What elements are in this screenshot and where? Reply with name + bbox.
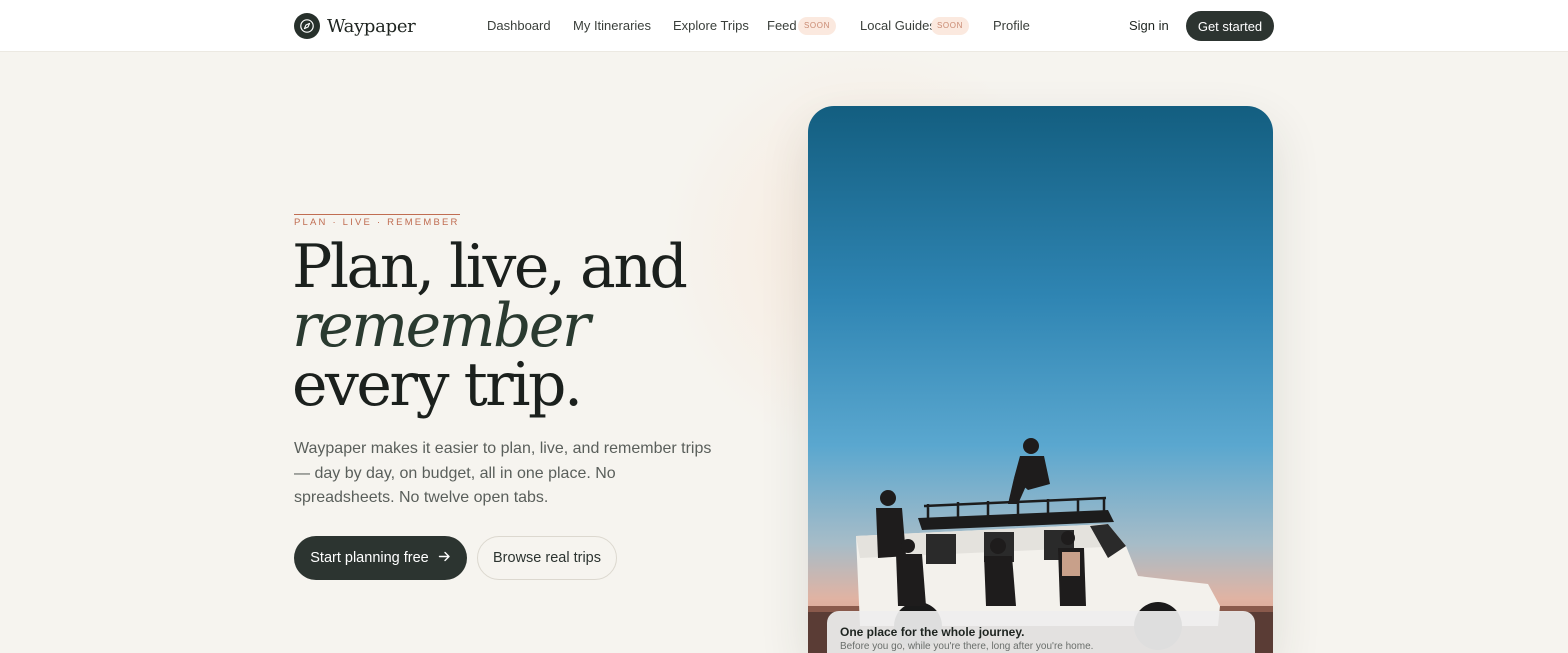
browse-trips-button[interactable]: Browse real trips: [477, 536, 617, 580]
photo-caption-card: One place for the whole journey. Before …: [827, 611, 1255, 653]
start-planning-button[interactable]: Start planning free: [294, 536, 467, 580]
brand-logo[interactable]: Waypaper: [294, 13, 416, 39]
local-guides-soon-badge: SOON: [931, 17, 969, 35]
headline-line-3: every trip.: [292, 350, 583, 420]
compass-icon: [294, 13, 320, 39]
hero-photo: [808, 106, 1273, 653]
hero-headline: Plan, live, and remember every trip.: [292, 232, 752, 420]
arrow-right-icon: [438, 550, 451, 567]
headline-line-1: Plan, live, and: [292, 232, 688, 302]
caption-subtitle: Before you go, while you're there, long …: [840, 641, 1094, 652]
sign-in-link[interactable]: Sign in: [1129, 17, 1169, 35]
nav-local-guides[interactable]: Local Guides: [860, 17, 936, 35]
get-started-button[interactable]: Get started: [1186, 11, 1274, 41]
feed-soon-badge: SOON: [798, 17, 836, 35]
hero-description: Waypaper makes it easier to plan, live, …: [294, 440, 712, 506]
nav-my-itineraries[interactable]: My Itineraries: [573, 17, 651, 35]
brand-name: Waypaper: [327, 15, 416, 37]
nav-feed[interactable]: Feed: [767, 17, 797, 35]
top-navbar: Waypaper Dashboard My Itineraries Explor…: [0, 0, 1568, 52]
start-planning-label: Start planning free: [310, 550, 429, 566]
hero-eyebrow: PLAN · LIVE · REMEMBER: [294, 214, 460, 229]
nav-dashboard[interactable]: Dashboard: [487, 17, 551, 35]
nav-explore-trips[interactable]: Explore Trips: [673, 17, 749, 35]
nav-profile[interactable]: Profile: [993, 17, 1030, 35]
headline-line-2: remember: [292, 291, 591, 361]
caption-title: One place for the whole journey.: [840, 625, 1025, 639]
